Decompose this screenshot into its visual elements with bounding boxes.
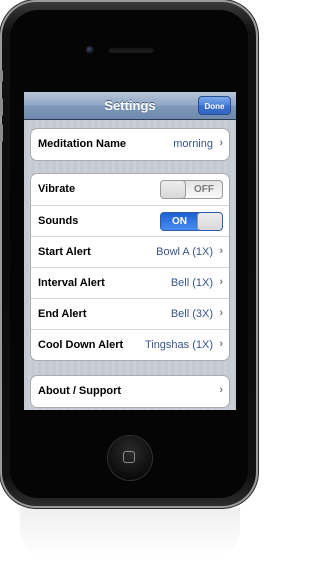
row-value: Tingshas (1X) (144, 339, 213, 351)
row-label: Interval Alert (38, 277, 105, 289)
chevron-right-icon: › (219, 276, 223, 288)
about-support-row[interactable]: About / Support › (31, 376, 229, 407)
toggle-state: OFF (194, 184, 214, 195)
row-value: Bell (3X) (170, 308, 213, 320)
sounds-row: Sounds ON (31, 205, 229, 236)
mute-switch[interactable] (0, 70, 3, 82)
row-value: morning (173, 138, 213, 150)
chevron-right-icon: › (219, 245, 223, 257)
row-label: Vibrate (38, 183, 76, 195)
row-label: About / Support (38, 385, 122, 397)
row-label: Start Alert (38, 246, 91, 258)
row-value: Bowl A (1X) (156, 246, 213, 258)
front-camera-icon (86, 46, 94, 54)
phone-reflection (20, 508, 240, 558)
start-alert-row[interactable]: Start Alert Bowl A (1X) › (31, 236, 229, 267)
chevron-right-icon: › (219, 338, 223, 350)
navigation-bar: Settings Done (24, 92, 236, 120)
row-label: Sounds (38, 215, 79, 227)
volume-down-button[interactable] (0, 124, 3, 142)
sounds-toggle[interactable]: ON (160, 212, 223, 231)
about-group: About / Support › (30, 375, 230, 408)
vibrate-row: Vibrate OFF (31, 174, 229, 205)
volume-up-button[interactable] (0, 98, 3, 116)
home-square-icon (123, 451, 135, 463)
vibrate-toggle[interactable]: OFF (160, 180, 223, 199)
chevron-right-icon: › (219, 137, 223, 149)
chevron-right-icon: › (219, 384, 223, 396)
app-screen: Settings Done Meditation Name morning › … (24, 92, 236, 410)
end-alert-row[interactable]: End Alert Bell (3X) › (31, 298, 229, 329)
row-label: End Alert (38, 308, 87, 320)
meditation-name-row[interactable]: Meditation Name morning › (31, 129, 229, 160)
cool-down-alert-row[interactable]: Cool Down Alert Tingshas (1X) › (31, 329, 229, 360)
alerts-group: Vibrate OFF Sounds ON Start Alert Bowl A… (30, 173, 230, 361)
done-button[interactable]: Done (198, 96, 231, 115)
interval-alert-row[interactable]: Interval Alert Bell (1X) › (31, 267, 229, 298)
toggle-knob (161, 181, 186, 198)
row-value: Bell (1X) (170, 277, 213, 289)
toggle-state: ON (172, 216, 187, 227)
row-label: Meditation Name (38, 138, 127, 150)
home-button[interactable] (108, 436, 152, 480)
chevron-right-icon: › (219, 307, 223, 319)
meditation-name-group: Meditation Name morning › (30, 128, 230, 161)
toggle-knob (197, 213, 222, 230)
row-label: Cool Down Alert (38, 339, 124, 351)
earpiece-speaker (108, 47, 154, 53)
